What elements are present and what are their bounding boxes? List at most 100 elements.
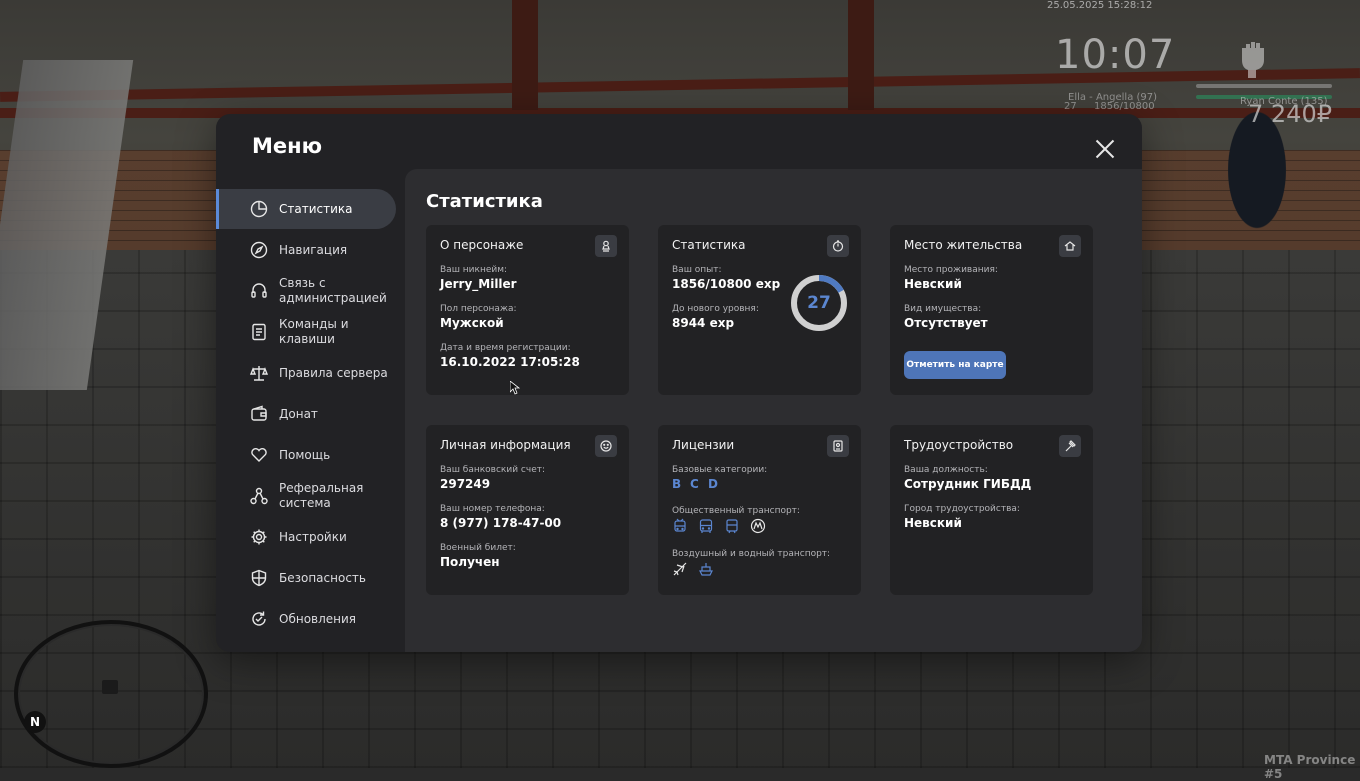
residence-place-value: Невский: [904, 277, 962, 291]
sidebar-item-label: Связь с администрацией: [279, 276, 387, 305]
roof-post: [848, 0, 874, 110]
police-character: [1212, 110, 1302, 260]
phone-value: 8 (977) 178-47-00: [440, 516, 562, 530]
sidebar-item-label: Правила сервера: [279, 365, 388, 380]
sidebar-item-statistics[interactable]: Статистика: [216, 189, 396, 229]
sidebar-item-label: Команды и клавиши: [279, 317, 349, 346]
sidebar-item-navigation[interactable]: Навигация: [216, 230, 404, 270]
health-bar: [1196, 84, 1332, 88]
sidebar-item-label: Реферальная система: [279, 481, 364, 510]
sidebar-item-help[interactable]: Помощь: [216, 435, 404, 475]
sidebar-item-label: Донат: [279, 406, 318, 421]
sidebar-item-security[interactable]: Безопасность: [216, 558, 404, 598]
document-icon: [252, 323, 266, 341]
residence-place-label: Место проживания:: [904, 265, 998, 275]
mouse-cursor: [510, 381, 520, 395]
north-indicator: N: [24, 711, 46, 733]
card-title: Трудоустройство: [904, 438, 1014, 452]
sidebar-item-label: Обновления: [279, 611, 357, 626]
position-label: Ваша должность:: [904, 465, 988, 475]
property-label: Вид имущества:: [904, 304, 982, 314]
position-value: Сотрудник ГИБДД: [904, 477, 1032, 491]
character-card: О персонаже Ваш никнейм: Jerry_Miller По…: [426, 225, 629, 395]
sidebar-item-admin-contact[interactable]: Связь с администрацией: [216, 271, 404, 311]
license-category: C: [690, 477, 699, 491]
next-level-value: 8944 exp: [672, 316, 735, 330]
card-title: Лицензии: [672, 438, 735, 452]
job-city-label: Город трудоустройства:: [904, 504, 1020, 514]
employment-card: Трудоустройство Ваша должность: Сотрудни…: [890, 425, 1093, 595]
level-number: 27: [807, 293, 831, 313]
card-title: Место жительства: [904, 238, 1023, 252]
hud-clock: 10:07: [1055, 32, 1176, 78]
base-categories-label: Базовые категории:: [672, 465, 768, 475]
sidebar-item-settings[interactable]: Настройки: [216, 517, 404, 557]
bus-icon: [699, 519, 713, 533]
sidebar-item-label: Настройки: [279, 529, 347, 544]
license-category: D: [708, 477, 718, 491]
sidebar: Статистика Навигация Связь с администрац…: [216, 189, 404, 640]
card-icon-button: [595, 435, 617, 457]
card-icon-button: [827, 235, 849, 257]
fist-icon: [1242, 42, 1264, 78]
heart-hands-icon: [251, 448, 267, 462]
hud-date: 25.05.2025 15:28:12: [1047, 0, 1153, 11]
registration-label: Дата и время регистрации:: [440, 343, 571, 353]
pie-chart-icon: [250, 200, 268, 218]
card-icon-button: [827, 435, 849, 457]
public-transport-label: Общественный транспорт:: [672, 506, 800, 516]
plane-icon: [673, 562, 687, 576]
hud-level: 27: [1064, 101, 1077, 112]
server-name: MTA Province #5: [1264, 753, 1356, 781]
id-card-icon: [833, 440, 843, 452]
sidebar-item-updates[interactable]: Обновления: [216, 599, 404, 639]
license-category: B: [672, 477, 682, 491]
military-value: Получен: [440, 555, 500, 569]
residence-card: Место жительства Место проживания: Невск…: [890, 225, 1093, 395]
wallet-icon: [251, 405, 267, 421]
next-level-label: До нового уровня:: [672, 304, 759, 314]
close-button[interactable]: [1092, 136, 1118, 162]
network-icon: [250, 487, 268, 505]
gender-value: Мужской: [440, 316, 504, 330]
stats-panel: Статистика О персонаже Ваш никнейм: Jerr…: [405, 169, 1142, 652]
minimap: [14, 620, 208, 768]
card-title: О персонаже: [440, 238, 524, 252]
air-water-transport-label: Воздушный и водный транспорт:: [672, 549, 831, 559]
sidebar-item-commands[interactable]: Команды и клавиши: [216, 312, 404, 352]
exp-label: Ваш опыт:: [672, 265, 722, 275]
card-title: Статистика: [672, 238, 746, 252]
modal-title: Меню: [252, 134, 323, 158]
mark-on-map-button[interactable]: Отметить на карте: [904, 351, 1006, 379]
scales-icon: [250, 366, 268, 381]
nickname-label: Ваш никнейм:: [440, 265, 508, 275]
trolleybus-icon: [674, 518, 686, 532]
boat-icon: [699, 563, 713, 576]
licenses-card: Лицензии Базовые категории: B C D Общест…: [658, 425, 861, 595]
sidebar-item-referral[interactable]: Реферальная система: [216, 476, 404, 516]
sidebar-item-label: Статистика: [279, 201, 353, 216]
exp-value: 1856/10800 exp: [672, 277, 781, 291]
military-label: Военный билет:: [440, 543, 516, 553]
metro-icon: [750, 518, 766, 534]
statistics-card: Статистика Ваш опыт: 1856/10800 exp До н…: [658, 225, 861, 395]
sidebar-item-donate[interactable]: Донат: [216, 394, 404, 434]
gear-icon: [251, 529, 267, 545]
property-value: Отсутствует: [904, 316, 988, 330]
hammer-icon: [1065, 440, 1076, 452]
refresh-icon: [252, 611, 266, 626]
gender-label: Пол персонажа:: [440, 304, 517, 314]
stopwatch-icon: [832, 240, 844, 252]
house-icon: [1064, 241, 1076, 251]
smile-icon: [600, 440, 612, 452]
nickname-value: Jerry_Miller: [440, 277, 517, 291]
headset-icon: [251, 283, 267, 298]
bank-label: Ваш банковский счет:: [440, 465, 546, 475]
bank-value: 297249: [440, 477, 491, 491]
sidebar-item-rules[interactable]: Правила сервера: [216, 353, 404, 393]
card-title: Личная информация: [440, 438, 571, 452]
registration-value: 16.10.2022 17:05:28: [440, 355, 580, 369]
personal-info-card: Личная информация Ваш банковский счет: 2…: [426, 425, 629, 595]
page-title: Статистика: [426, 191, 543, 212]
card-icon-button: [1059, 435, 1081, 457]
